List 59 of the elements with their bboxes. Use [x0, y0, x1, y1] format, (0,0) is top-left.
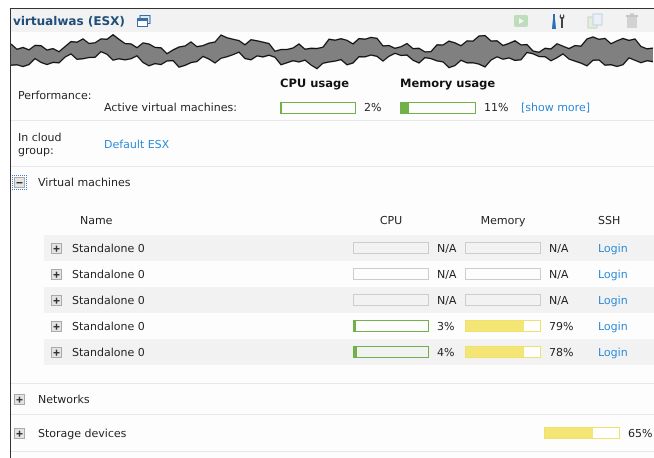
column-header: SSH — [598, 214, 622, 226]
expand-toggle[interactable] — [51, 268, 62, 280]
column-header: Memory — [480, 214, 526, 226]
plus-icon — [52, 244, 61, 252]
section-title: Storage devices — [38, 426, 126, 440]
usage-reading: N/A — [436, 294, 458, 306]
expand-toggle[interactable] — [14, 428, 25, 438]
documents-icon — [587, 12, 603, 28]
vm-name: Standalone 0 — [72, 294, 146, 306]
column-heading: CPU usage — [280, 76, 350, 90]
play-icon — [513, 12, 529, 28]
usage-reading: N/A — [436, 242, 458, 254]
plus-icon — [52, 296, 61, 304]
section-title: Networks — [38, 392, 90, 406]
usage-reading: N/A — [548, 268, 570, 280]
column-header: CPU — [378, 214, 404, 226]
expand-toggle[interactable] — [51, 242, 62, 254]
expand-toggle[interactable] — [14, 394, 25, 404]
plus-icon — [52, 348, 61, 356]
usage-reading: 78% — [548, 346, 574, 358]
trash-icon — [624, 12, 640, 28]
toolbar-button[interactable] — [550, 12, 566, 28]
tools-icon — [550, 12, 566, 28]
vm-name: Standalone 0 — [72, 242, 146, 254]
windows-icon[interactable] — [136, 14, 151, 26]
cloud-group-link[interactable]: Default ESX — [104, 138, 654, 151]
usage-reading: 2% — [363, 101, 382, 114]
login-link[interactable]: Login — [598, 294, 654, 306]
usage-reading: 79% — [548, 320, 574, 332]
usage-reading: N/A — [436, 268, 458, 280]
usage-reading: N/A — [548, 242, 570, 254]
expand-toggle[interactable] — [51, 346, 62, 358]
performance-label: Performance: — [18, 88, 92, 102]
usage-reading: 4% — [436, 346, 456, 358]
window-title: virtualwas (ESX) — [13, 14, 125, 28]
cloud-group-label: In cloud group: — [18, 131, 63, 157]
column-heading: Memory usage — [400, 76, 496, 90]
section-title: Virtual machines — [38, 176, 130, 188]
expand-toggle[interactable] — [51, 294, 62, 306]
login-link[interactable]: Login — [598, 346, 654, 358]
column-header: Name — [79, 214, 114, 226]
usage-reading: 11% — [483, 101, 510, 114]
plus-icon — [15, 394, 24, 404]
usage-reading: N/A — [548, 294, 570, 306]
plus-icon — [15, 428, 24, 438]
row-label: Active virtual machines: — [104, 101, 238, 114]
vm-name: Standalone 0 — [72, 268, 146, 280]
vm-name: Standalone 0 — [72, 346, 146, 358]
collapse-toggle[interactable] — [14, 176, 25, 188]
login-link[interactable]: Login — [598, 320, 654, 332]
expand-toggle[interactable] — [51, 320, 62, 332]
usage-reading: 65% — [627, 426, 652, 440]
plus-icon — [52, 270, 61, 278]
login-link[interactable]: Login — [598, 242, 654, 254]
usage-reading: 3% — [436, 320, 456, 332]
vm-name: Standalone 0 — [72, 320, 146, 332]
show-more-link[interactable]: [show more] — [521, 101, 654, 114]
login-link[interactable]: Login — [598, 268, 654, 280]
plus-icon — [52, 322, 61, 330]
